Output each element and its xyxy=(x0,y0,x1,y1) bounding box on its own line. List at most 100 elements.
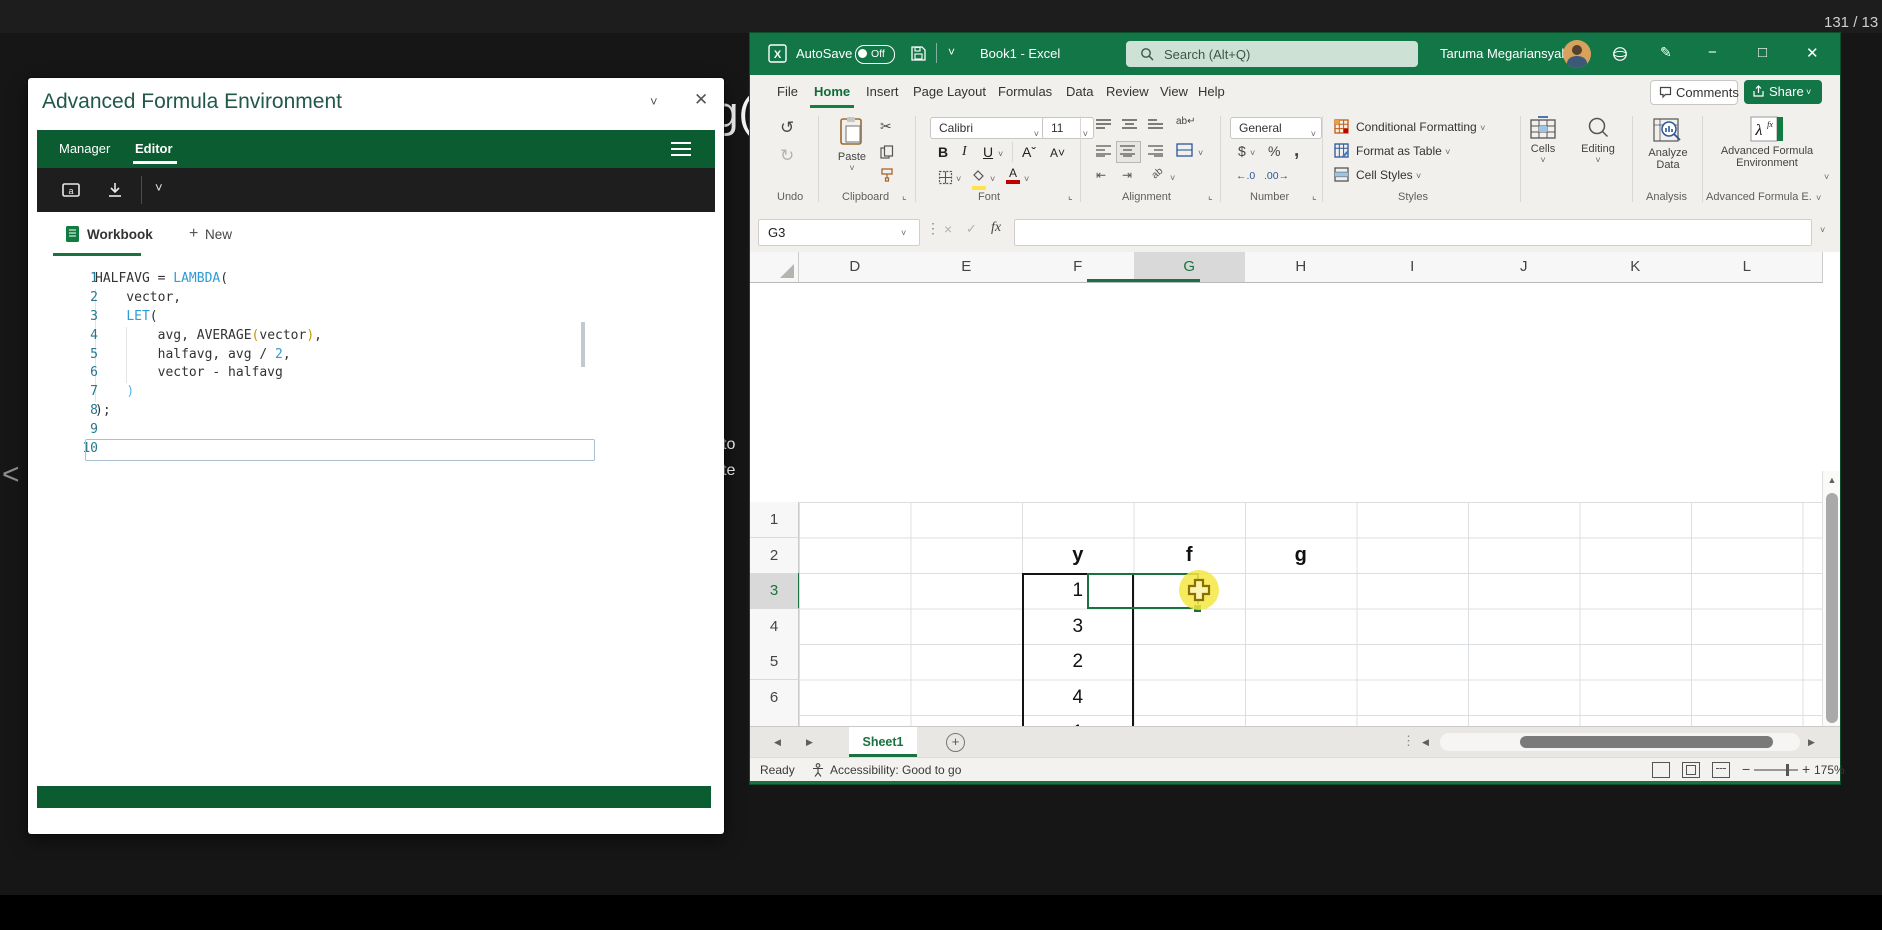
editing-button[interactable]: Editing ˅ xyxy=(1572,116,1624,165)
align-bottom-icon[interactable] xyxy=(1148,119,1163,131)
number-format-select[interactable]: General˅ xyxy=(1230,117,1322,139)
save-icon[interactable] xyxy=(910,45,927,62)
tab-view[interactable]: View xyxy=(1160,84,1188,99)
page-break-view-icon[interactable] xyxy=(1712,762,1730,778)
new-sheet-icon[interactable]: + xyxy=(946,733,965,752)
percent-icon[interactable]: % xyxy=(1268,143,1280,159)
name-box[interactable]: G3 ˅ xyxy=(758,219,920,246)
hscroll-left-icon[interactable]: ◀ xyxy=(1422,737,1429,748)
cell-grid[interactable] xyxy=(799,502,1822,726)
redo-icon[interactable]: ↻ xyxy=(780,146,794,166)
italic-button[interactable]: I xyxy=(962,144,967,160)
code-line[interactable]: 6 vector - halfavg xyxy=(28,364,648,383)
normal-view-icon[interactable] xyxy=(1652,762,1670,778)
afe-menu-icon[interactable] xyxy=(671,142,691,156)
undo-icon[interactable]: ↺ xyxy=(780,118,794,138)
afe-code-editor[interactable]: 1HALFAVG = LAMBDA( 2 vector, 3 LET( 4 av… xyxy=(28,270,648,459)
align-right-icon[interactable] xyxy=(1148,145,1163,157)
code-line[interactable]: 7 ) xyxy=(28,383,648,402)
code-line[interactable]: 3 LET( xyxy=(28,308,648,327)
code-line[interactable]: 5 halfavg, avg / 2, xyxy=(28,346,648,365)
column-header-j[interactable]: J xyxy=(1468,252,1581,283)
zoom-out-icon[interactable]: − xyxy=(1742,761,1750,777)
underline-button[interactable]: U xyxy=(983,144,993,160)
row-header-7[interactable]: 7 xyxy=(750,715,799,726)
tab-home[interactable]: Home xyxy=(814,84,850,99)
advanced-formula-environment-button[interactable]: λfx Advanced Formula Environment xyxy=(1712,116,1822,169)
tabbar-grip-icon[interactable]: ⋮ xyxy=(1402,733,1415,749)
minimize-button[interactable]: − xyxy=(1708,44,1717,61)
align-left-icon[interactable] xyxy=(1096,145,1111,157)
slide-back-chevron[interactable]: < xyxy=(2,458,20,492)
cell-h2[interactable]: g xyxy=(1245,538,1357,574)
decrease-font-icon[interactable]: A˅ xyxy=(1050,146,1065,160)
zoom-slider-track[interactable] xyxy=(1754,769,1798,771)
align-middle-icon[interactable] xyxy=(1122,119,1137,131)
alignment-dialog-launcher[interactable]: ⌞ xyxy=(1208,191,1213,202)
afe-dropdown-icon[interactable]: ˅ xyxy=(650,94,658,109)
afe-close-icon[interactable]: ✕ xyxy=(694,90,708,110)
format-painter-icon[interactable] xyxy=(880,168,894,182)
afe-group-chevron-icon[interactable]: ˅ xyxy=(1816,193,1821,203)
ribbon-collapse-icon[interactable]: ˅ xyxy=(1824,172,1829,182)
code-line[interactable]: 9 xyxy=(28,421,648,440)
vertical-scroll-thumb[interactable] xyxy=(1826,493,1838,723)
column-header-i[interactable]: I xyxy=(1357,252,1470,283)
font-name-select[interactable]: Calibri˅ xyxy=(930,117,1046,139)
new-plus-icon[interactable]: + xyxy=(189,225,198,243)
scroll-up-icon[interactable]: ▲ xyxy=(1823,475,1840,485)
tab-review[interactable]: Review xyxy=(1106,84,1149,99)
search-bar[interactable]: Search (Alt+Q) xyxy=(1126,41,1418,67)
confirm-entry-icon[interactable]: ✓ xyxy=(966,221,977,237)
analyze-data-button[interactable]: Analyze Data xyxy=(1640,116,1696,171)
afe-download-icon[interactable] xyxy=(105,180,125,200)
cut-icon[interactable]: ✂ xyxy=(880,118,892,135)
cell-styles-button[interactable]: Cell Styles ˅ xyxy=(1356,168,1421,182)
comments-button[interactable]: Comments xyxy=(1650,80,1738,105)
afe-workbook-tab[interactable]: Workbook xyxy=(87,227,153,242)
tab-page-layout[interactable]: Page Layout xyxy=(913,84,986,99)
sphere-icon[interactable] xyxy=(1612,46,1628,62)
fill-color-button[interactable] xyxy=(972,168,987,190)
horizontal-scrollbar[interactable] xyxy=(1440,733,1800,751)
row-header-2[interactable]: 2 xyxy=(750,538,799,574)
cancel-entry-icon[interactable]: × xyxy=(944,221,952,237)
row-header-6[interactable]: 6 xyxy=(750,680,799,716)
formula-bar-grip-icon[interactable]: ⋮ xyxy=(926,220,940,237)
code-current-line-box[interactable] xyxy=(85,439,595,461)
maximize-button[interactable]: □ xyxy=(1758,44,1767,61)
row-header-3-selected[interactable]: 3 xyxy=(750,573,800,609)
share-button[interactable]: Share ˅ xyxy=(1744,80,1822,104)
column-header-h[interactable]: H xyxy=(1245,252,1358,283)
status-accessibility[interactable]: Accessibility: Good to go xyxy=(830,763,961,777)
afe-import-icon[interactable]: a xyxy=(61,180,81,200)
column-header-e[interactable]: E xyxy=(911,252,1024,283)
row-header-5[interactable]: 5 xyxy=(750,644,799,680)
sheet-tab-sheet1[interactable]: Sheet1 xyxy=(849,727,917,757)
currency-icon[interactable]: $ xyxy=(1238,143,1246,159)
code-line[interactable]: 2 vector, xyxy=(28,289,648,308)
tab-insert[interactable]: Insert xyxy=(866,84,899,99)
font-dialog-launcher[interactable]: ⌞ xyxy=(1068,191,1073,202)
cells-button[interactable]: Cells ˅ xyxy=(1520,116,1566,165)
zoom-level[interactable]: 175% xyxy=(1814,763,1845,777)
decrease-indent-icon[interactable]: ⇤ xyxy=(1096,168,1106,182)
merge-center-icon[interactable] xyxy=(1176,143,1193,157)
quick-access-chevron-icon[interactable]: ˅ xyxy=(948,45,955,59)
pen-icon[interactable]: ✎ xyxy=(1660,44,1672,61)
comma-icon[interactable]: , xyxy=(1294,140,1299,162)
code-line[interactable]: 1HALFAVG = LAMBDA( xyxy=(28,270,648,289)
afe-editor-scrollbar[interactable] xyxy=(581,322,585,367)
formula-input[interactable] xyxy=(1014,219,1812,246)
increase-font-icon[interactable]: Aˇ xyxy=(1022,144,1036,160)
increase-decimal-icon[interactable]: ←.0 xyxy=(1236,170,1255,182)
zoom-in-icon[interactable]: + xyxy=(1802,761,1810,777)
conditional-formatting-button[interactable]: Conditional Formatting ˅ xyxy=(1356,120,1485,134)
formula-bar-expand-icon[interactable]: ˅ xyxy=(1820,225,1825,235)
tab-file[interactable]: File xyxy=(777,84,798,99)
number-dialog-launcher[interactable]: ⌞ xyxy=(1312,191,1317,202)
clipboard-dialog-launcher[interactable]: ⌞ xyxy=(902,191,907,202)
excel-app-icon[interactable]: X xyxy=(768,44,787,63)
bold-button[interactable]: B xyxy=(938,144,948,160)
paste-button[interactable]: Paste ˅ xyxy=(830,116,874,173)
